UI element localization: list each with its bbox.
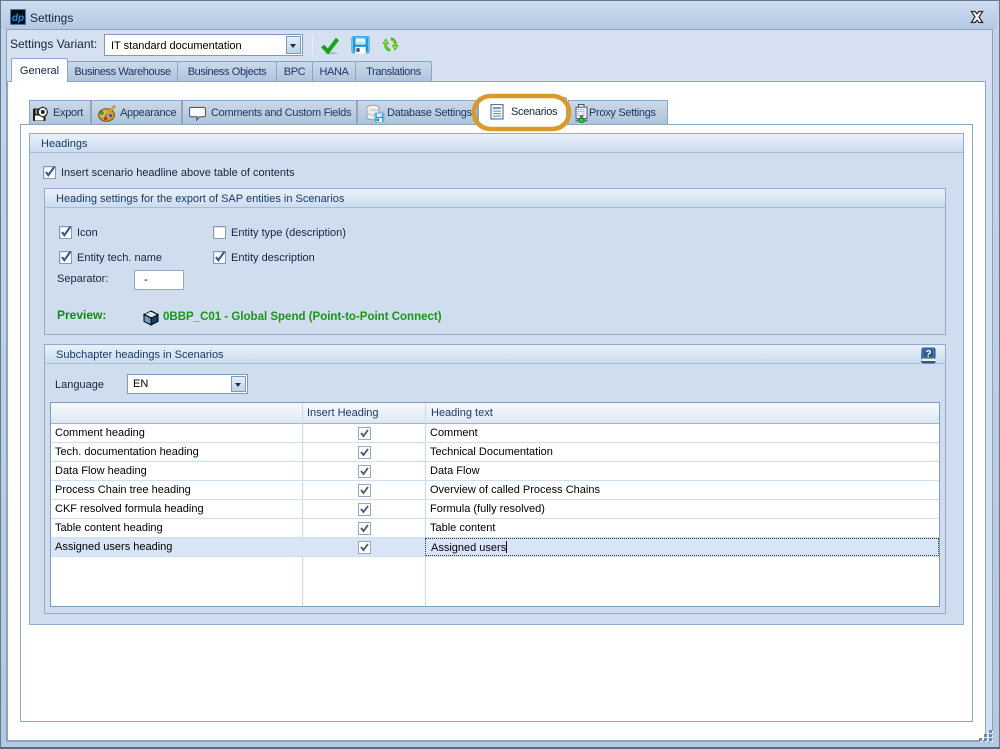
svg-text:dp: dp xyxy=(12,13,24,24)
svg-text:?: ? xyxy=(925,348,931,360)
